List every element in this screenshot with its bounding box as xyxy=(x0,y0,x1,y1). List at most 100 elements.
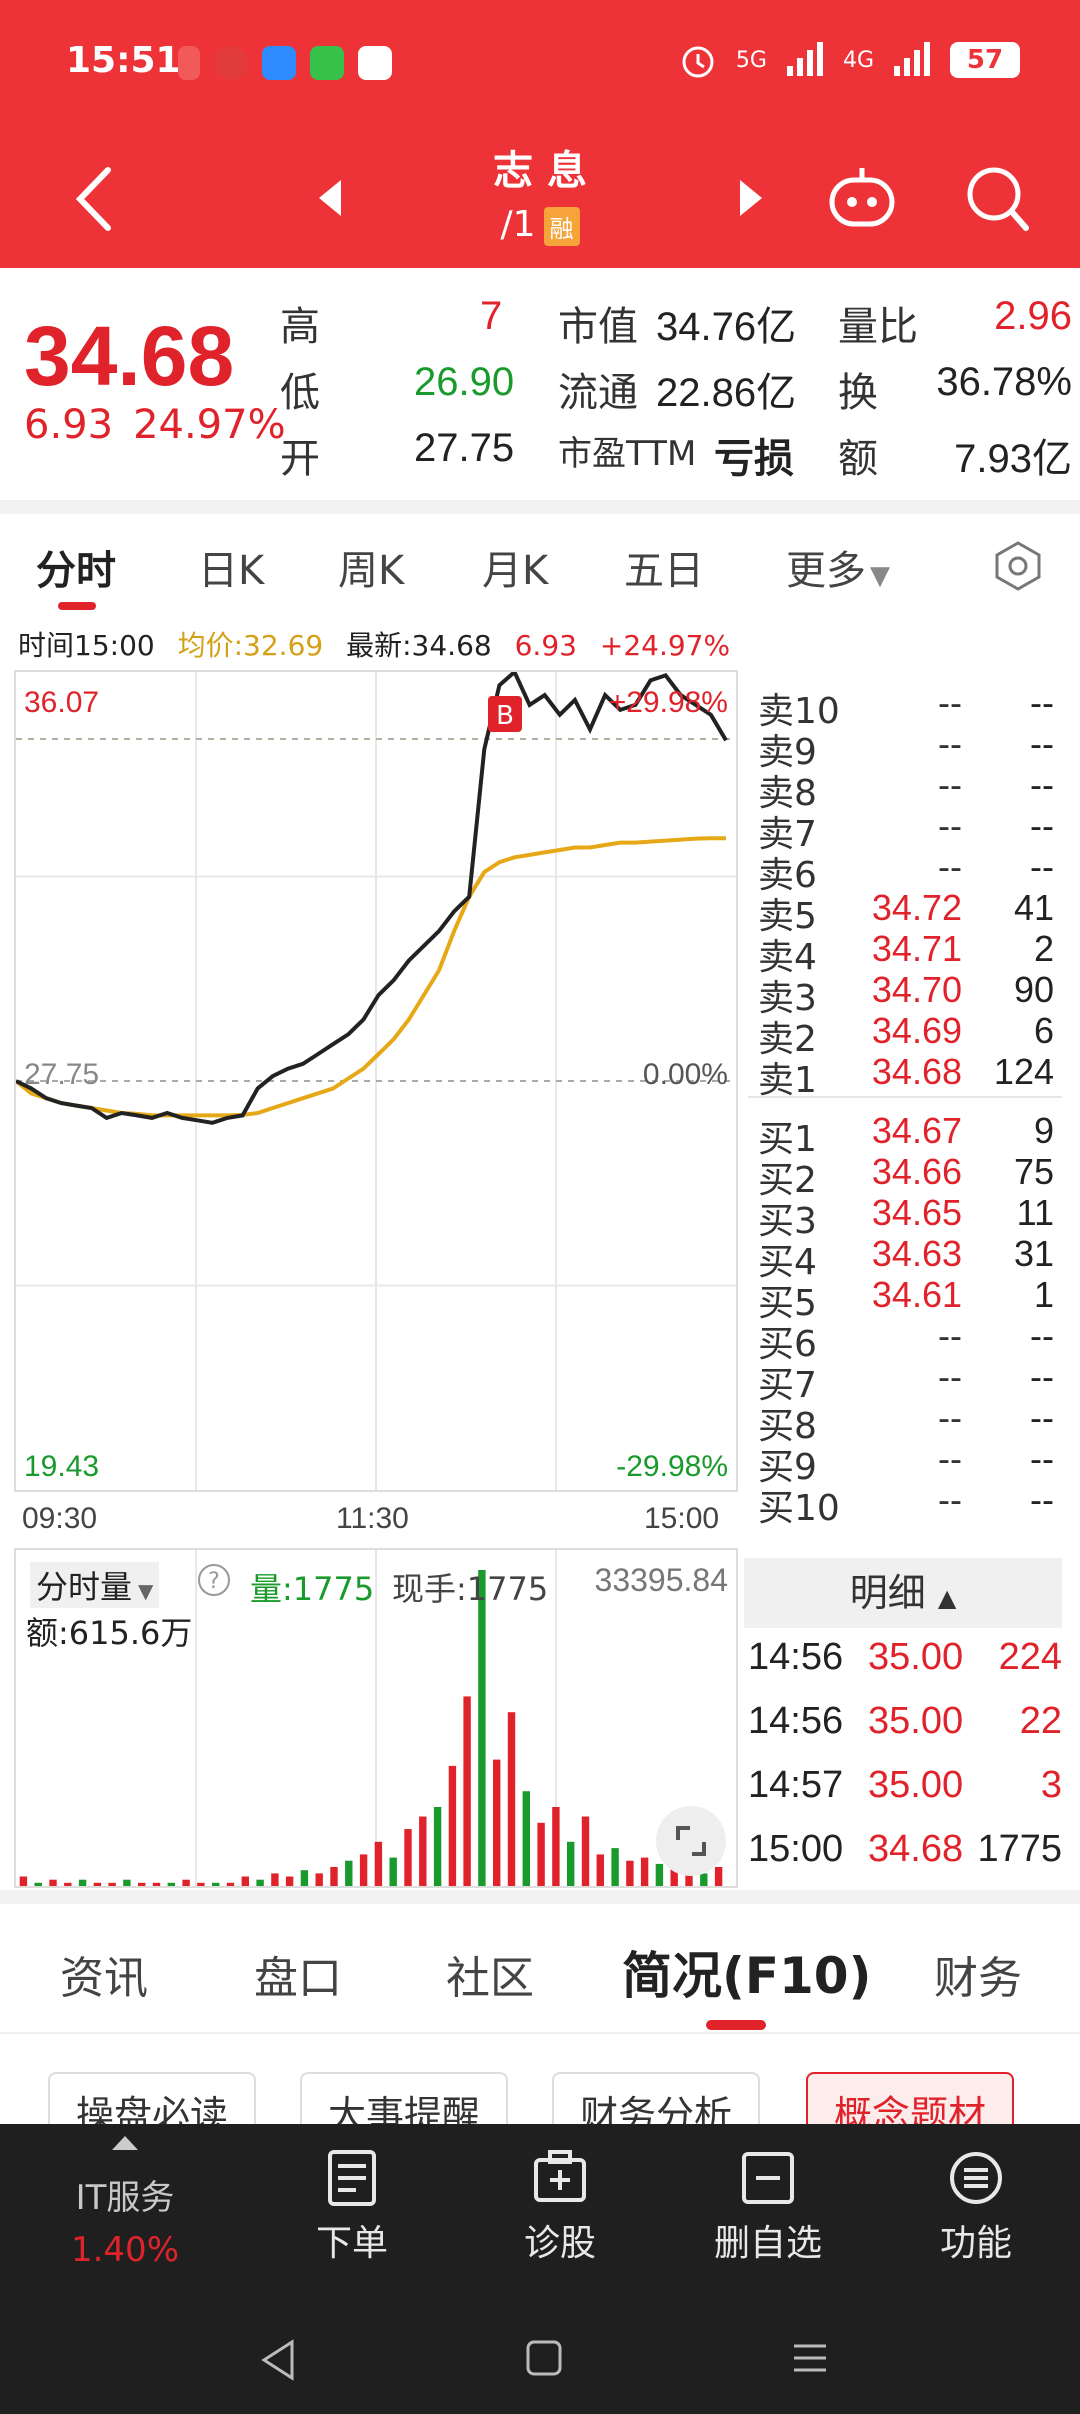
tab-community[interactable]: 社区 xyxy=(446,1942,534,2006)
remove-watchlist-button[interactable]: 删自选 xyxy=(668,2124,868,2298)
volume-bar xyxy=(433,1807,442,1886)
trade-price: 35.00 xyxy=(868,1764,964,1806)
stock-nav: 志 息 /1 融 xyxy=(0,130,1080,268)
sell-row[interactable]: 卖10 -- -- xyxy=(748,682,1062,732)
tab-profile-f10[interactable]: 简况(F10) xyxy=(622,1936,871,2008)
diagnose-button[interactable]: 诊股 xyxy=(460,2124,660,2298)
y-bottom-pct: -29.98% xyxy=(616,1450,728,1483)
book-volume: 11 xyxy=(1016,1192,1054,1233)
sector-indicator[interactable]: IT服务 1.40% xyxy=(0,2124,250,2298)
buy-row[interactable]: 买9 -- -- xyxy=(748,1438,1062,1488)
search-icon[interactable] xyxy=(962,160,1032,236)
trade-volume: 224 xyxy=(998,1636,1062,1678)
trade-volume: 22 xyxy=(1019,1700,1062,1742)
help-icon[interactable]: ? xyxy=(196,1562,232,1606)
book-price: -- xyxy=(938,723,962,764)
system-menu-icon[interactable] xyxy=(790,2338,830,2378)
trade-detail-header[interactable]: 明细 ▲ xyxy=(744,1558,1062,1628)
sell-row[interactable]: 卖1 34.68 124 xyxy=(748,1051,1062,1101)
buy-row[interactable]: 买7 -- -- xyxy=(748,1356,1062,1406)
price-change: 6.93 24.97% xyxy=(24,402,286,448)
volume-bar xyxy=(226,1882,235,1886)
volume-bar xyxy=(345,1860,353,1886)
book-volume: 41 xyxy=(1013,887,1054,928)
buy-row[interactable]: 买6 -- -- xyxy=(748,1315,1062,1365)
tab-finance[interactable]: 财务 xyxy=(934,1942,1022,2006)
tab-five-day[interactable]: 五日 xyxy=(624,538,704,596)
sell-row[interactable]: 卖6 -- -- xyxy=(748,846,1062,896)
volume-bar xyxy=(389,1857,397,1886)
pe-label: 市盈TTM xyxy=(558,434,697,474)
tab-weekly-k[interactable]: 周K xyxy=(338,538,404,596)
buy-row[interactable]: 买1 34.67 9 xyxy=(748,1110,1062,1160)
function-button[interactable]: 功能 xyxy=(876,2124,1076,2298)
volume-chart[interactable]: 分时量 ▼ ? 量:1775 现手:1775 33395.84 额:615.6万 xyxy=(14,1548,738,1888)
buy-row[interactable]: 买3 34.65 11 xyxy=(748,1192,1062,1242)
system-nav-bar xyxy=(0,2298,1080,2414)
app-icon-1 xyxy=(178,46,200,80)
low-label: 低 xyxy=(280,370,320,416)
book-price: -- xyxy=(938,1397,962,1438)
tab-active-underline xyxy=(58,602,96,610)
book-price: 34.72 xyxy=(871,887,962,928)
chip-trading-guide[interactable]: 操盘必读 xyxy=(48,2072,257,2124)
content-tabs: 资讯 盘口 社区 简况(F10) 财务 xyxy=(0,1904,1080,2034)
book-price: -- xyxy=(938,1315,962,1356)
volume-ratio-value: 2.96 xyxy=(994,294,1072,338)
sell-row[interactable]: 卖8 -- -- xyxy=(748,764,1062,814)
volume-ratio-label: 量比 xyxy=(838,304,918,350)
sell-row[interactable]: 卖3 34.70 90 xyxy=(748,969,1062,1019)
info-percent: +24.97% xyxy=(599,629,731,662)
signal-icon-1 xyxy=(786,42,823,76)
tab-intraday[interactable]: 分时 xyxy=(36,538,116,596)
remove-watchlist-icon xyxy=(742,2152,794,2204)
info-avg: 均价:32.69 xyxy=(177,629,324,662)
system-home-icon[interactable] xyxy=(524,2338,564,2378)
book-volume: -- xyxy=(1030,1315,1054,1356)
sell-row[interactable]: 卖7 -- -- xyxy=(748,805,1062,855)
sell-row[interactable]: 卖9 -- -- xyxy=(748,723,1062,773)
chip-financial-analysis[interactable]: 财务分析 xyxy=(552,2072,761,2124)
volume-dropdown[interactable]: 分时量 ▼ xyxy=(30,1562,160,1608)
buy-row[interactable]: 买2 34.66 75 xyxy=(748,1151,1062,1201)
intraday-chart[interactable]: B 36.07 +29.98% 27.75 0.00% 19.43 -29.98… xyxy=(14,670,738,1492)
stock-name: 志 息 xyxy=(493,148,587,194)
sell-row[interactable]: 卖4 34.71 2 xyxy=(748,928,1062,978)
tab-news[interactable]: 资讯 xyxy=(60,1942,148,2006)
order-label: 下单 xyxy=(315,2223,388,2264)
sell-row[interactable]: 卖5 34.72 41 xyxy=(748,887,1062,937)
system-back-icon[interactable] xyxy=(258,2338,298,2382)
message-icon xyxy=(310,46,344,80)
sell-row[interactable]: 卖2 34.69 6 xyxy=(748,1010,1062,1060)
volume-bar xyxy=(271,1873,279,1886)
volume-bar xyxy=(49,1879,57,1886)
volume-bar xyxy=(182,1879,190,1886)
chip-events[interactable]: 大事提醒 xyxy=(300,2072,509,2124)
chip-concepts[interactable]: 概念题材 xyxy=(806,2072,1015,2124)
volume-qty: 量:1775 xyxy=(250,1570,375,1608)
book-price: 34.63 xyxy=(871,1233,962,1274)
buy-row[interactable]: 买8 -- -- xyxy=(748,1397,1062,1447)
x-tick-mid: 11:30 xyxy=(336,1502,409,1535)
order-button[interactable]: 下单 xyxy=(252,2124,452,2298)
expand-chart-button[interactable] xyxy=(656,1806,726,1876)
volume-bar xyxy=(330,1867,338,1886)
book-volume: -- xyxy=(1030,764,1054,805)
buy-row[interactable]: 买10 -- -- xyxy=(748,1479,1062,1529)
float-value: 22.86亿 xyxy=(656,371,797,415)
info-change: 6.93 xyxy=(514,629,577,662)
tab-orderbook[interactable]: 盘口 xyxy=(254,1942,342,2006)
tab-more[interactable]: 更多 ▼ xyxy=(786,538,890,596)
buy-row[interactable]: 买4 34.63 31 xyxy=(748,1233,1062,1283)
buy-row[interactable]: 买5 34.61 1 xyxy=(748,1274,1062,1324)
next-stock-icon[interactable] xyxy=(736,178,766,218)
book-volume: 90 xyxy=(1013,969,1054,1010)
tab-monthly-k[interactable]: 月K xyxy=(482,538,548,596)
y-top-label: 36.07 xyxy=(24,686,100,719)
robot-assistant-icon[interactable] xyxy=(824,160,900,236)
book-price: 34.71 xyxy=(871,928,962,969)
volume-bar xyxy=(448,1765,457,1886)
tab-daily-k[interactable]: 日K xyxy=(198,538,264,596)
volume-bar xyxy=(478,1570,486,1886)
settings-hexagon-icon[interactable] xyxy=(992,540,1044,592)
